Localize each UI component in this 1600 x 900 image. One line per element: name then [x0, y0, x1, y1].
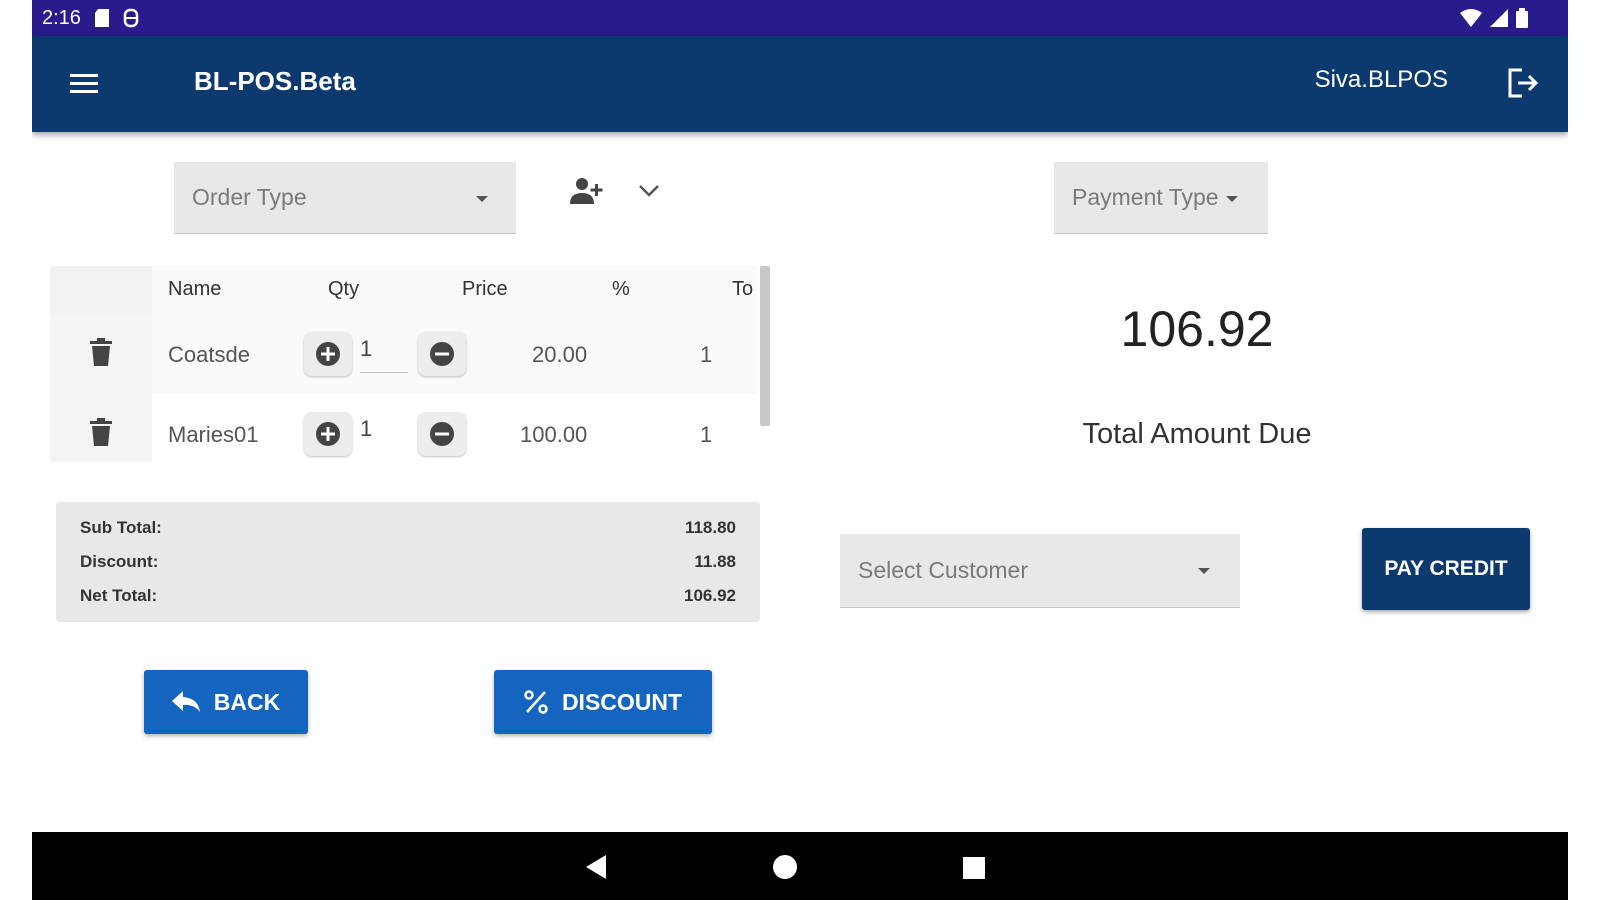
item-price: 20.00: [532, 342, 588, 367]
quantity-input[interactable]: 1: [360, 416, 408, 452]
menu-icon[interactable]: [68, 70, 100, 101]
select-customer-placeholder: Select Customer: [858, 557, 1029, 583]
column-header-price: Price: [462, 278, 508, 300]
payment-type-placeholder: Payment Type: [1072, 184, 1219, 210]
discount-label: Discount:: [80, 552, 159, 571]
amount-due-value: 106.92: [1120, 301, 1274, 357]
recents-nav-icon[interactable]: [962, 856, 986, 885]
order-items-table: Name Qty Price % To Coatsde 1 20.00 1 Ma…: [50, 266, 756, 462]
device-screen: 2:16 BL-POS.Beta Siva.BLPOS Order Type P…: [32, 0, 1568, 900]
logout-icon[interactable]: [1506, 66, 1540, 105]
dropdown-arrow-icon: [1226, 196, 1238, 202]
battery-icon: [1516, 8, 1528, 28]
status-bar: 2:16: [32, 0, 1568, 36]
net-total-label: Net Total:: [80, 586, 158, 605]
user-name: Siva.BLPOS: [1314, 66, 1448, 93]
discount-button-label: DISCOUNT: [561, 688, 683, 715]
item-name: Maries01: [168, 422, 259, 447]
sd-card-icon: [94, 9, 109, 27]
increase-qty-button[interactable]: [304, 412, 352, 456]
delete-icon[interactable]: [90, 418, 112, 451]
item-price: 100.00: [520, 422, 588, 447]
sub-total-label: Sub Total:: [80, 518, 162, 537]
dropdown-arrow-icon: [1198, 568, 1210, 574]
plus-circle-icon: [316, 342, 340, 366]
dropdown-arrow-icon: [476, 196, 488, 202]
item-name: Coatsde: [168, 342, 250, 367]
percent-icon: [524, 690, 548, 714]
plus-circle-icon: [316, 422, 340, 446]
back-button-label: BACK: [213, 688, 281, 715]
header-gutter: [50, 266, 152, 314]
order-type-dropdown[interactable]: Order Type: [174, 162, 516, 234]
payment-type-dropdown[interactable]: Payment Type: [1054, 162, 1268, 234]
back-button[interactable]: BACK: [144, 670, 308, 734]
quantity-input[interactable]: 1: [360, 336, 408, 373]
column-header-total: To: [732, 278, 754, 300]
table-row: Coatsde 1 20.00 1: [50, 314, 756, 395]
column-header-percent: %: [612, 278, 630, 300]
discount-value: 11.88: [694, 552, 736, 571]
amount-due-label: Total Amount Due: [1082, 418, 1312, 450]
app-bar: BL-POS.Beta Siva.BLPOS: [32, 36, 1568, 132]
navigation-bar: [32, 832, 1568, 900]
table-scrollbar[interactable]: [760, 266, 770, 426]
decrease-qty-button[interactable]: [418, 412, 466, 456]
home-nav-icon[interactable]: [772, 854, 798, 885]
delete-icon[interactable]: [90, 338, 112, 371]
item-total: 1: [700, 342, 713, 367]
pay-credit-label: PAY CREDIT: [1384, 557, 1508, 580]
column-header-name: Name: [168, 278, 222, 300]
minus-circle-icon: [430, 422, 454, 446]
signal-icon: [1490, 9, 1508, 27]
net-total-value: 106.92: [684, 586, 736, 605]
add-person-icon[interactable]: [568, 176, 604, 211]
chevron-down-icon[interactable]: [638, 184, 660, 203]
app-title: BL-POS.Beta: [194, 66, 356, 96]
minus-circle-icon: [430, 342, 454, 366]
wifi-icon: [1460, 9, 1482, 27]
table-header: Name Qty Price % To: [50, 266, 756, 315]
discount-button[interactable]: DISCOUNT: [494, 670, 712, 734]
notification-icon: [123, 8, 139, 28]
order-type-placeholder: Order Type: [192, 184, 307, 210]
reply-arrow-icon: [171, 691, 200, 712]
column-header-qty: Qty: [328, 278, 360, 300]
status-time: 2:16: [42, 6, 81, 29]
sub-total-value: 118.80: [684, 518, 736, 537]
back-nav-icon[interactable]: [584, 854, 608, 885]
decrease-qty-button[interactable]: [418, 332, 466, 376]
item-total: 1: [700, 422, 713, 447]
select-customer-dropdown[interactable]: Select Customer: [840, 534, 1240, 608]
increase-qty-button[interactable]: [304, 332, 352, 376]
pay-credit-button[interactable]: PAY CREDIT: [1362, 528, 1530, 610]
table-row: Maries01 1 100.00 1: [50, 394, 756, 462]
order-summary: Sub Total: 118.80 Discount: 11.88 Net To…: [56, 502, 760, 622]
